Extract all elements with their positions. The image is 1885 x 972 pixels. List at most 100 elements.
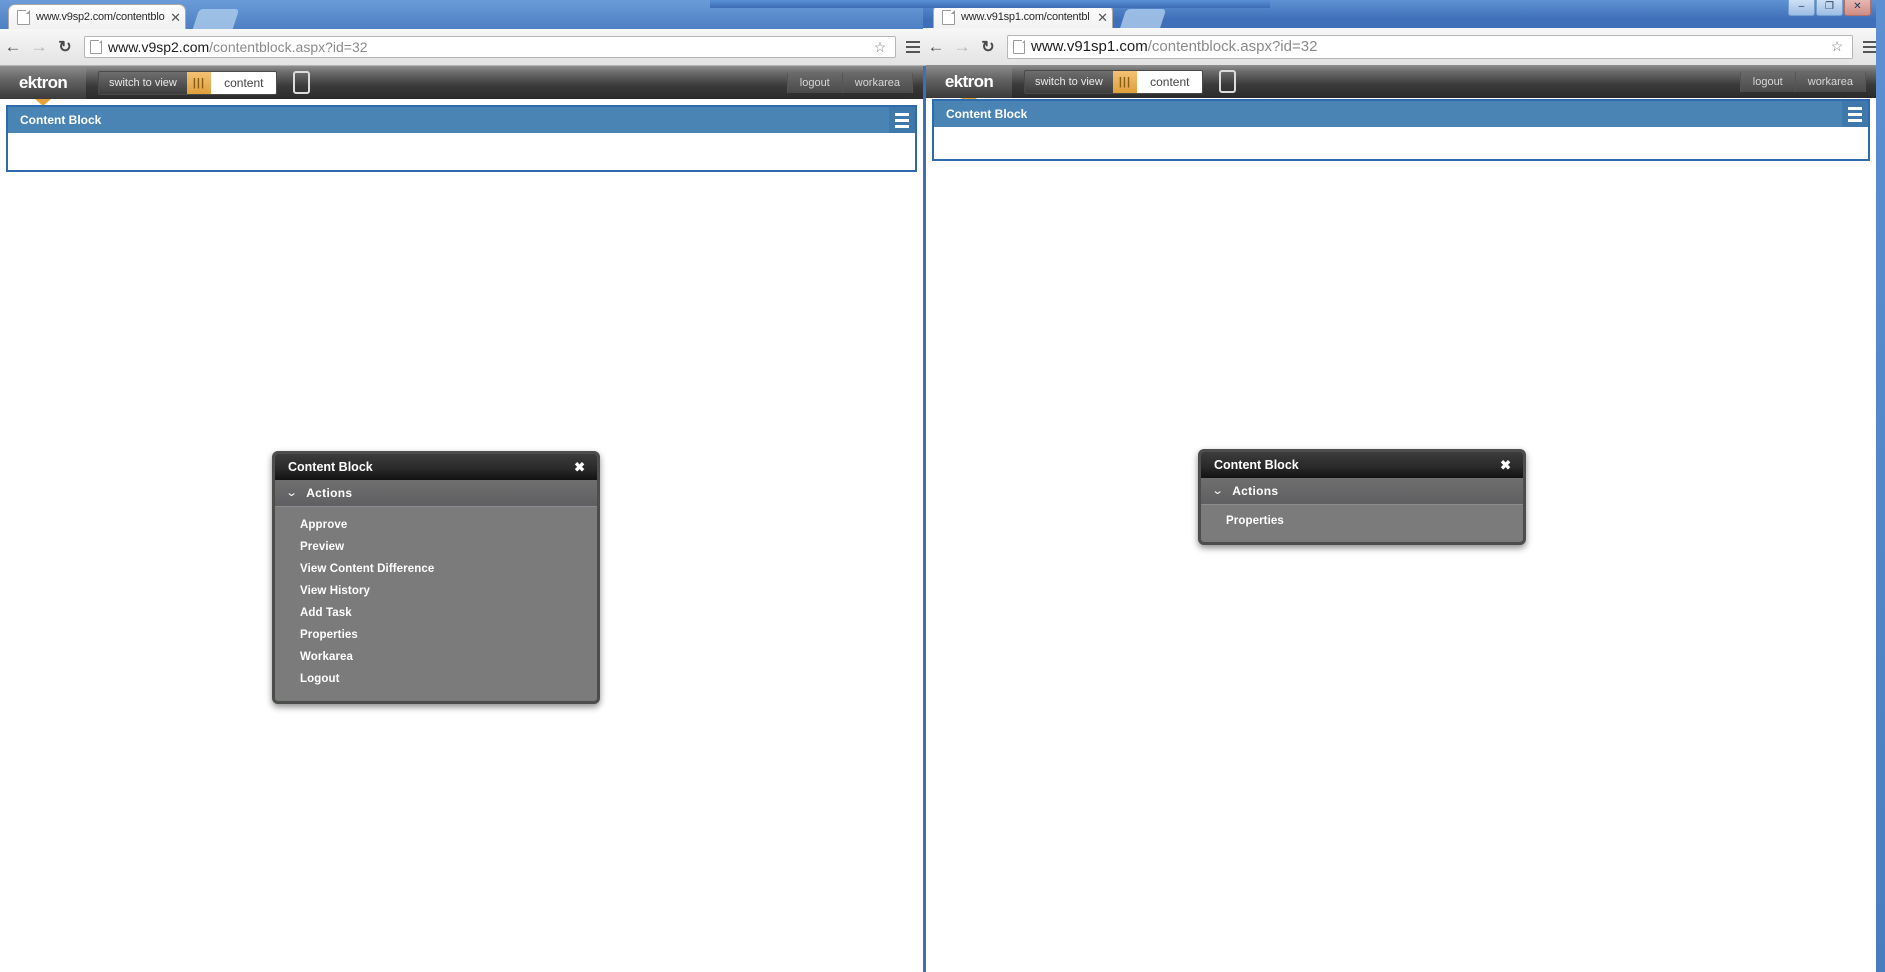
chrome-menu-icon[interactable] [902,41,924,53]
maximize-button[interactable]: ❐ [1816,0,1843,16]
content-block-title: Content Block [946,107,1028,121]
mobile-device-icon[interactable] [1219,70,1237,93]
menu-line-3 [906,51,920,53]
actions-section-label: Actions [306,486,353,500]
dialog-actions-section-right[interactable]: ⌄ Actions [1201,478,1523,505]
dialog-menu-list-left: Approve Preview View Content Difference … [275,507,597,700]
forward-button[interactable]: → [949,34,975,60]
menu-item[interactable]: Workarea [275,646,597,668]
workarea-button[interactable]: workarea [841,72,913,93]
content-block-panel-right: Content Block [932,99,1870,161]
actions-dialog-left: Content Block ✖ ⌄ Actions Approve Previe… [272,451,600,704]
menu-line-3 [1863,50,1877,53]
actions-dialog-right: Content Block ✖ ⌄ Actions Properties [1198,449,1526,545]
mobile-device-icon[interactable] [293,71,311,94]
menu-item[interactable]: View History [275,580,597,602]
content-block-title: Content Block [20,113,102,127]
cb-menu-line-1 [895,112,909,116]
content-block-header-right: Content Block [934,101,1868,127]
dialog-title: Content Block [1214,458,1299,472]
ektron-toolbar-left: ektron switch to view ||| content logout… [0,66,923,106]
cb-menu-line-2 [895,118,909,122]
reload-button[interactable]: ↻ [975,34,1001,60]
cb-menu-line-2 [1848,112,1862,116]
background-window-titlebar [710,0,1270,8]
switch-to-view-group[interactable]: switch to view ||| content [98,70,278,95]
browser-window-right: www.v91sp1.com/contentbl ✕ ← → ↻ www.v91… [923,0,1885,972]
menu-item[interactable]: Preview [275,536,597,558]
cb-menu-line-3 [1848,118,1862,122]
page-favicon-icon [942,9,955,25]
actions-section-label: Actions [1232,484,1279,498]
page-favicon-icon [17,9,30,25]
address-bar-left[interactable]: www.v9sp2.com/contentblock.aspx?id=32 ☆ [84,36,896,58]
new-tab-button[interactable] [192,9,240,29]
desktop-background: www.v9sp2.com/contentblo ✕ ← → ↻ www.v9s… [0,0,1885,972]
navigation-bar-left: ← → ↻ www.v9sp2.com/contentblock.aspx?id… [0,29,928,66]
view-bars-icon[interactable]: ||| [186,71,212,94]
ektron-toolbar-right: ektron switch to view ||| content logout… [926,65,1876,105]
window-controls-background: – ❐ ✕ [1787,0,1871,16]
address-bar-right[interactable]: www.v91sp1.com/contentblock.aspx?id=32 ☆ [1007,34,1853,59]
workarea-button[interactable]: workarea [1794,71,1866,92]
content-block-menu-icon[interactable] [889,107,915,133]
ektron-logo-text: ektron [944,71,994,91]
switch-to-view-label: switch to view [99,71,187,94]
dialog-close-icon[interactable]: ✖ [574,461,585,474]
forward-button[interactable]: → [26,34,52,60]
back-button[interactable]: ← [923,34,949,60]
dialog-titlebar-right[interactable]: Content Block ✖ [1201,452,1523,478]
ektron-logo-text: ektron [18,72,68,92]
chevron-down-icon: ⌄ [1211,484,1224,497]
cb-menu-line-3 [895,124,909,128]
ektron-logo[interactable]: ektron [926,65,1012,105]
browser-window-left: www.v9sp2.com/contentblo ✕ ← → ↻ www.v9s… [0,0,928,972]
dialog-title: Content Block [288,460,373,474]
content-block-menu-icon[interactable] [1842,101,1868,127]
dialog-menu-list-right: Properties [1201,505,1523,540]
menu-item[interactable]: Properties [275,624,597,646]
content-block-header-left: Content Block [8,107,915,133]
url-host: www.v91sp1.com [1031,38,1148,55]
content-view-button[interactable]: content [1137,70,1203,93]
content-block-body-right [934,127,1868,159]
url-path: /contentblock.aspx?id=32 [1147,38,1318,55]
menu-item[interactable]: Properties [1201,510,1523,532]
content-view-button[interactable]: content [211,71,277,94]
menu-line-1 [906,41,920,43]
tab-close-icon[interactable]: ✕ [170,11,181,24]
page-viewport-left: ektron switch to view ||| content logout… [0,66,923,972]
desktop-right-sliver [1876,0,1885,972]
logout-button[interactable]: logout [786,72,842,93]
close-button[interactable]: ✕ [1844,0,1871,16]
dialog-close-icon[interactable]: ✖ [1500,459,1511,472]
minimize-button[interactable]: – [1788,0,1815,16]
new-tab-button[interactable] [1119,9,1167,29]
ektron-logo[interactable]: ektron [0,66,86,106]
view-bars-icon[interactable]: ||| [1112,70,1138,93]
logout-button[interactable]: logout [1739,71,1795,92]
url-host: www.v9sp2.com [108,39,210,55]
menu-line-2 [906,46,920,48]
dialog-titlebar-left[interactable]: Content Block ✖ [275,454,597,480]
menu-item[interactable]: View Content Difference [275,558,597,580]
tab-close-icon[interactable]: ✕ [1097,11,1108,24]
switch-to-view-group[interactable]: switch to view ||| content [1024,69,1204,94]
page-info-icon [90,40,102,54]
bookmark-star-icon[interactable]: ☆ [1827,38,1847,55]
back-button[interactable]: ← [0,34,26,60]
browser-tab-left[interactable]: www.v9sp2.com/contentblo ✕ [8,4,186,29]
content-block-panel-left: Content Block [6,105,917,172]
dialog-actions-section-left[interactable]: ⌄ Actions [275,480,597,507]
menu-line-1 [1863,40,1877,43]
menu-item[interactable]: Logout [275,668,597,690]
tab-title: www.v9sp2.com/contentblo [36,11,165,23]
menu-item[interactable]: Approve [275,514,597,536]
switch-to-view-label: switch to view [1025,70,1113,93]
bookmark-star-icon[interactable]: ☆ [870,39,890,56]
menu-item[interactable]: Add Task [275,602,597,624]
reload-button[interactable]: ↻ [52,34,78,60]
tab-title: www.v91sp1.com/contentbl [961,11,1090,23]
navigation-bar-right: ← → ↻ www.v91sp1.com/contentblock.aspx?i… [923,28,1885,66]
page-viewport-right: ektron switch to view ||| content logout… [926,65,1876,972]
